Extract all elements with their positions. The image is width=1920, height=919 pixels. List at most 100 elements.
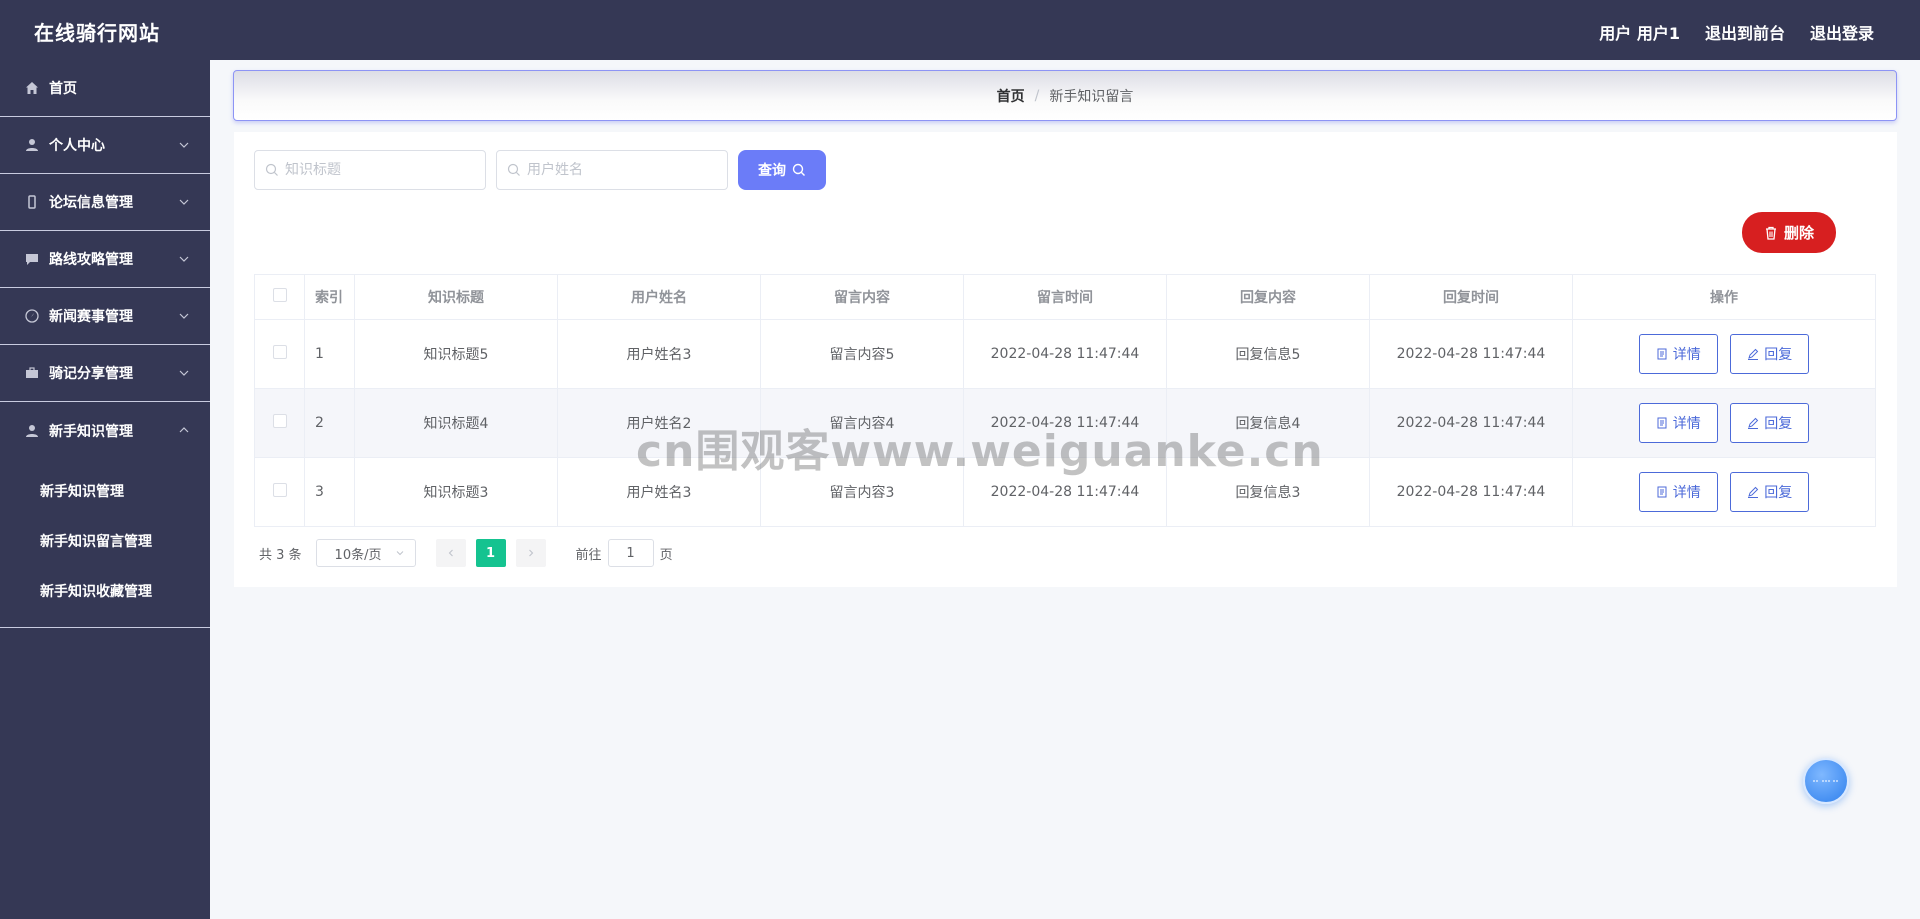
breadcrumb-home[interactable]: 首页 — [997, 86, 1025, 106]
messages-table: 索引 知识标题 用户姓名 留言内容 留言时间 回复内容 回复时间 操作 1 知识… — [254, 274, 1876, 527]
table-header-row: 索引 知识标题 用户姓名 留言内容 留言时间 回复内容 回复时间 操作 — [254, 274, 1876, 320]
header-reply: 回复内容 — [1166, 274, 1370, 320]
cell-time: 2022-04-28 11:47:44 — [963, 388, 1167, 458]
page-size-select[interactable]: 10条/页 — [315, 539, 416, 567]
chat-icon — [24, 251, 40, 267]
reply-button[interactable]: 回复 — [1730, 472, 1810, 512]
cell-content: 留言内容5 — [760, 319, 964, 389]
table-row: 3 知识标题3 用户姓名3 留言内容3 2022-04-28 11:47:44 … — [254, 457, 1876, 527]
reply-button[interactable]: 回复 — [1730, 334, 1810, 374]
header-content: 留言内容 — [760, 274, 964, 320]
edit-icon — [1748, 417, 1759, 429]
sidebar-subitem-knowledge[interactable]: 新手知识管理 — [0, 467, 210, 517]
row-checkbox[interactable] — [272, 345, 287, 359]
sidebar-item-label: 新手知识管理 — [49, 423, 133, 440]
detail-button-label: 详情 — [1672, 347, 1701, 363]
reply-button-label: 回复 — [1764, 485, 1793, 501]
main-content: 查询 删除 索引 知识标题 用户姓名 留言内容 留言时间 回复内容 回复时间 操… — [234, 132, 1897, 587]
row-select-cell — [254, 319, 305, 389]
header-time: 留言时间 — [963, 274, 1167, 320]
sidebar-item-personal-center[interactable]: 个人中心 — [0, 117, 210, 174]
row-checkbox[interactable] — [272, 414, 287, 428]
sidebar-item-routes[interactable]: 路线攻略管理 — [0, 231, 210, 288]
title-search-input[interactable] — [285, 162, 475, 178]
name-search-field[interactable] — [496, 150, 728, 190]
select-all-checkbox[interactable] — [272, 288, 287, 302]
detail-button[interactable]: 详情 — [1638, 403, 1718, 443]
sidebar: 首页 个人中心 论坛信息管理 路线攻略管理 新闻赛事管理 骑记分享管理 新手知识… — [0, 60, 210, 919]
document-icon — [1657, 486, 1667, 498]
cell-name: 用户姓名2 — [557, 388, 761, 458]
cell-index: 1 — [304, 319, 355, 389]
sidebar-subitem-knowledge-favorites[interactable]: 新手知识收藏管理 — [0, 567, 210, 617]
page-number-current[interactable]: 1 — [475, 539, 506, 567]
prev-page-button[interactable] — [435, 539, 466, 567]
cell-name: 用户姓名3 — [557, 457, 761, 527]
cell-reply: 回复信息5 — [1166, 319, 1370, 389]
search-icon — [265, 163, 278, 176]
cell-reply: 回复信息4 — [1166, 388, 1370, 458]
sidebar-item-newbie-knowledge[interactable]: 新手知识管理 — [0, 402, 210, 459]
query-button-label: 查询 — [758, 163, 786, 179]
chevron-down-icon — [179, 199, 189, 205]
cell-actions: 详情 回复 — [1572, 388, 1876, 458]
cell-reply: 回复信息3 — [1166, 457, 1370, 527]
sidebar-item-forum[interactable]: 论坛信息管理 — [0, 174, 210, 231]
submenu: 新手知识管理 新手知识留言管理 新手知识收藏管理 — [0, 459, 210, 628]
pagination: 共 3 条 10条/页 1 前往 页 — [259, 539, 673, 567]
dashes-icon — [1813, 780, 1839, 782]
back-to-frontend-link[interactable]: 退出到前台 — [1705, 20, 1785, 44]
cell-content: 留言内容4 — [760, 388, 964, 458]
logout-link[interactable]: 退出登录 — [1810, 20, 1874, 44]
cell-reply-time: 2022-04-28 11:47:44 — [1369, 457, 1573, 527]
reply-button[interactable]: 回复 — [1730, 403, 1810, 443]
cell-reply-time: 2022-04-28 11:47:44 — [1369, 388, 1573, 458]
row-checkbox[interactable] — [272, 483, 287, 497]
chevron-up-icon — [179, 427, 189, 433]
header-title: 知识标题 — [354, 274, 558, 320]
compass-icon — [24, 308, 40, 324]
delete-button[interactable]: 删除 — [1742, 212, 1836, 253]
sidebar-item-label: 新闻赛事管理 — [49, 309, 133, 325]
header-reply-time: 回复时间 — [1369, 274, 1573, 320]
next-page-button[interactable] — [515, 539, 546, 567]
sidebar-item-label: 路线攻略管理 — [49, 252, 133, 268]
chevron-right-icon — [528, 549, 533, 557]
sidebar-subitem-knowledge-messages[interactable]: 新手知识留言管理 — [0, 517, 210, 567]
home-icon — [24, 80, 40, 96]
table-row: 2 知识标题4 用户姓名2 留言内容4 2022-04-28 11:47:44 … — [254, 388, 1876, 458]
row-select-cell — [254, 388, 305, 458]
table-row: 1 知识标题5 用户姓名3 留言内容5 2022-04-28 11:47:44 … — [254, 319, 1876, 389]
header-actions: 操作 — [1572, 274, 1876, 320]
name-search-input[interactable] — [527, 162, 717, 178]
cell-time: 2022-04-28 11:47:44 — [963, 457, 1167, 527]
detail-button[interactable]: 详情 — [1638, 472, 1718, 512]
goto-page: 前往 页 — [576, 539, 673, 567]
cell-actions: 详情 回复 — [1572, 319, 1876, 389]
floating-assist-button[interactable] — [1803, 758, 1849, 804]
detail-button[interactable]: 详情 — [1638, 334, 1718, 374]
sidebar-item-label: 个人中心 — [49, 138, 105, 154]
total-count: 共 3 条 — [259, 547, 302, 563]
sidebar-item-news[interactable]: 新闻赛事管理 — [0, 288, 210, 345]
query-button[interactable]: 查询 — [738, 150, 826, 190]
current-user-label: 用户 用户1 — [1599, 24, 1680, 43]
chevron-down-icon — [179, 370, 189, 376]
breadcrumb: 首页 / 新手知识留言 — [233, 70, 1897, 121]
title-search-field[interactable] — [254, 150, 486, 190]
search-icon — [792, 163, 805, 176]
top-right-nav: 用户 用户1 退出到前台 退出登录 — [1599, 20, 1874, 44]
breadcrumb-current: 新手知识留言 — [1049, 88, 1134, 105]
chevron-down-icon — [396, 551, 403, 556]
page-size-value: 10条/页 — [334, 547, 382, 563]
goto-page-input[interactable] — [607, 539, 654, 567]
search-icon — [507, 163, 520, 176]
detail-button-label: 详情 — [1672, 485, 1701, 501]
header-index: 索引 — [304, 274, 355, 320]
sidebar-item-home[interactable]: 首页 — [0, 60, 210, 117]
cell-index: 3 — [304, 457, 355, 527]
user-icon — [24, 423, 40, 439]
delete-button-label: 删除 — [1783, 224, 1814, 242]
sidebar-item-share[interactable]: 骑记分享管理 — [0, 345, 210, 402]
detail-button-label: 详情 — [1672, 416, 1701, 432]
